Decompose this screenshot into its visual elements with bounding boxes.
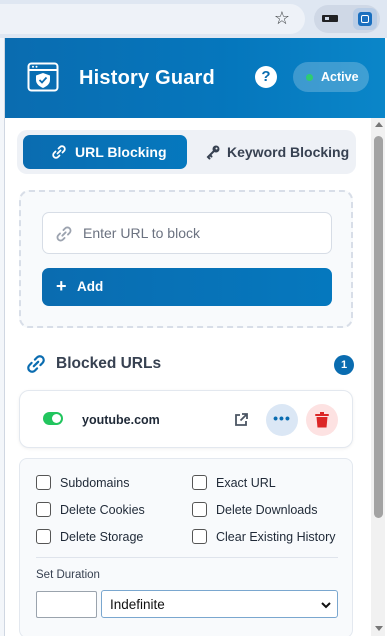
- status-badge[interactable]: Active: [293, 62, 369, 92]
- add-url-button[interactable]: + Add: [42, 268, 332, 306]
- external-link-icon[interactable]: [232, 411, 250, 429]
- scroll-down-arrow-icon[interactable]: [375, 626, 383, 631]
- link-icon: [27, 355, 45, 373]
- extension-icon[interactable]: [322, 12, 338, 26]
- browser-toolbar: ☆: [0, 0, 387, 38]
- tab-url-blocking-label: URL Blocking: [75, 144, 167, 160]
- add-url-panel: + Add: [19, 190, 353, 328]
- blocked-urls-header: Blocked URLs 1: [25, 352, 355, 376]
- blocked-url-text: youtube.com: [82, 413, 160, 427]
- url-input[interactable]: [83, 213, 323, 253]
- status-dot-icon: [306, 74, 313, 81]
- delete-url-button[interactable]: [306, 404, 338, 436]
- exact-url-label: Exact URL: [216, 476, 276, 490]
- delete-downloads-label: Delete Downloads: [216, 503, 318, 517]
- link-icon: [56, 226, 72, 242]
- delete-cookies-label: Delete Cookies: [60, 503, 145, 517]
- chevron-down-icon: [321, 602, 331, 609]
- exact-url-checkbox[interactable]: [192, 475, 207, 490]
- blocked-count-badge: 1: [334, 355, 354, 375]
- plus-icon: +: [56, 276, 67, 296]
- app-title: History Guard: [79, 67, 215, 89]
- subdomains-checkbox[interactable]: [36, 475, 51, 490]
- add-button-label: Add: [77, 279, 104, 294]
- delete-storage-checkbox[interactable]: [36, 529, 51, 544]
- help-button[interactable]: ?: [255, 66, 277, 88]
- scroll-up-arrow-icon[interactable]: [375, 122, 383, 127]
- duration-select[interactable]: Indefinite: [101, 590, 338, 618]
- tab-keyword-blocking-label: Keyword Blocking: [227, 144, 350, 160]
- duration-select-value: Indefinite: [110, 597, 165, 612]
- bookmark-star-icon[interactable]: ☆: [271, 8, 293, 30]
- delete-downloads-checkbox[interactable]: [192, 502, 207, 517]
- scrollbar-thumb[interactable]: [374, 136, 383, 518]
- address-bar[interactable]: [0, 4, 305, 34]
- extension-popup: History Guard ? Active URL Blocking Keyw…: [4, 38, 385, 636]
- blocked-urls-title: Blocked URLs: [56, 355, 162, 372]
- blocked-url-item: youtube.com •••: [19, 390, 353, 448]
- status-label: Active: [321, 70, 359, 84]
- tab-url-blocking[interactable]: URL Blocking: [23, 135, 187, 169]
- mode-tabs: URL Blocking Keyword Blocking: [17, 130, 356, 174]
- trash-icon: [315, 412, 329, 428]
- duration-number-input[interactable]: [36, 591, 97, 618]
- delete-storage-label: Delete Storage: [60, 530, 144, 544]
- more-options-button[interactable]: •••: [266, 404, 298, 436]
- url-input-wrapper[interactable]: [42, 212, 332, 254]
- popup-header: History Guard ? Active: [5, 38, 385, 118]
- key-icon: [206, 145, 220, 160]
- history-guard-extension-icon[interactable]: [353, 8, 377, 30]
- tab-keyword-blocking[interactable]: Keyword Blocking: [193, 135, 351, 169]
- link-icon: [52, 145, 66, 159]
- shield-browser-logo-icon: [27, 62, 59, 92]
- url-options-panel: Subdomains Exact URL Delete Cookies Dele…: [19, 458, 353, 636]
- duration-label: Set Duration: [36, 569, 100, 581]
- clear-history-checkbox[interactable]: [192, 529, 207, 544]
- subdomains-label: Subdomains: [60, 476, 130, 490]
- clear-history-label: Clear Existing History: [216, 530, 336, 544]
- options-divider: [36, 557, 338, 558]
- delete-cookies-checkbox[interactable]: [36, 502, 51, 517]
- url-enabled-toggle[interactable]: [43, 412, 63, 425]
